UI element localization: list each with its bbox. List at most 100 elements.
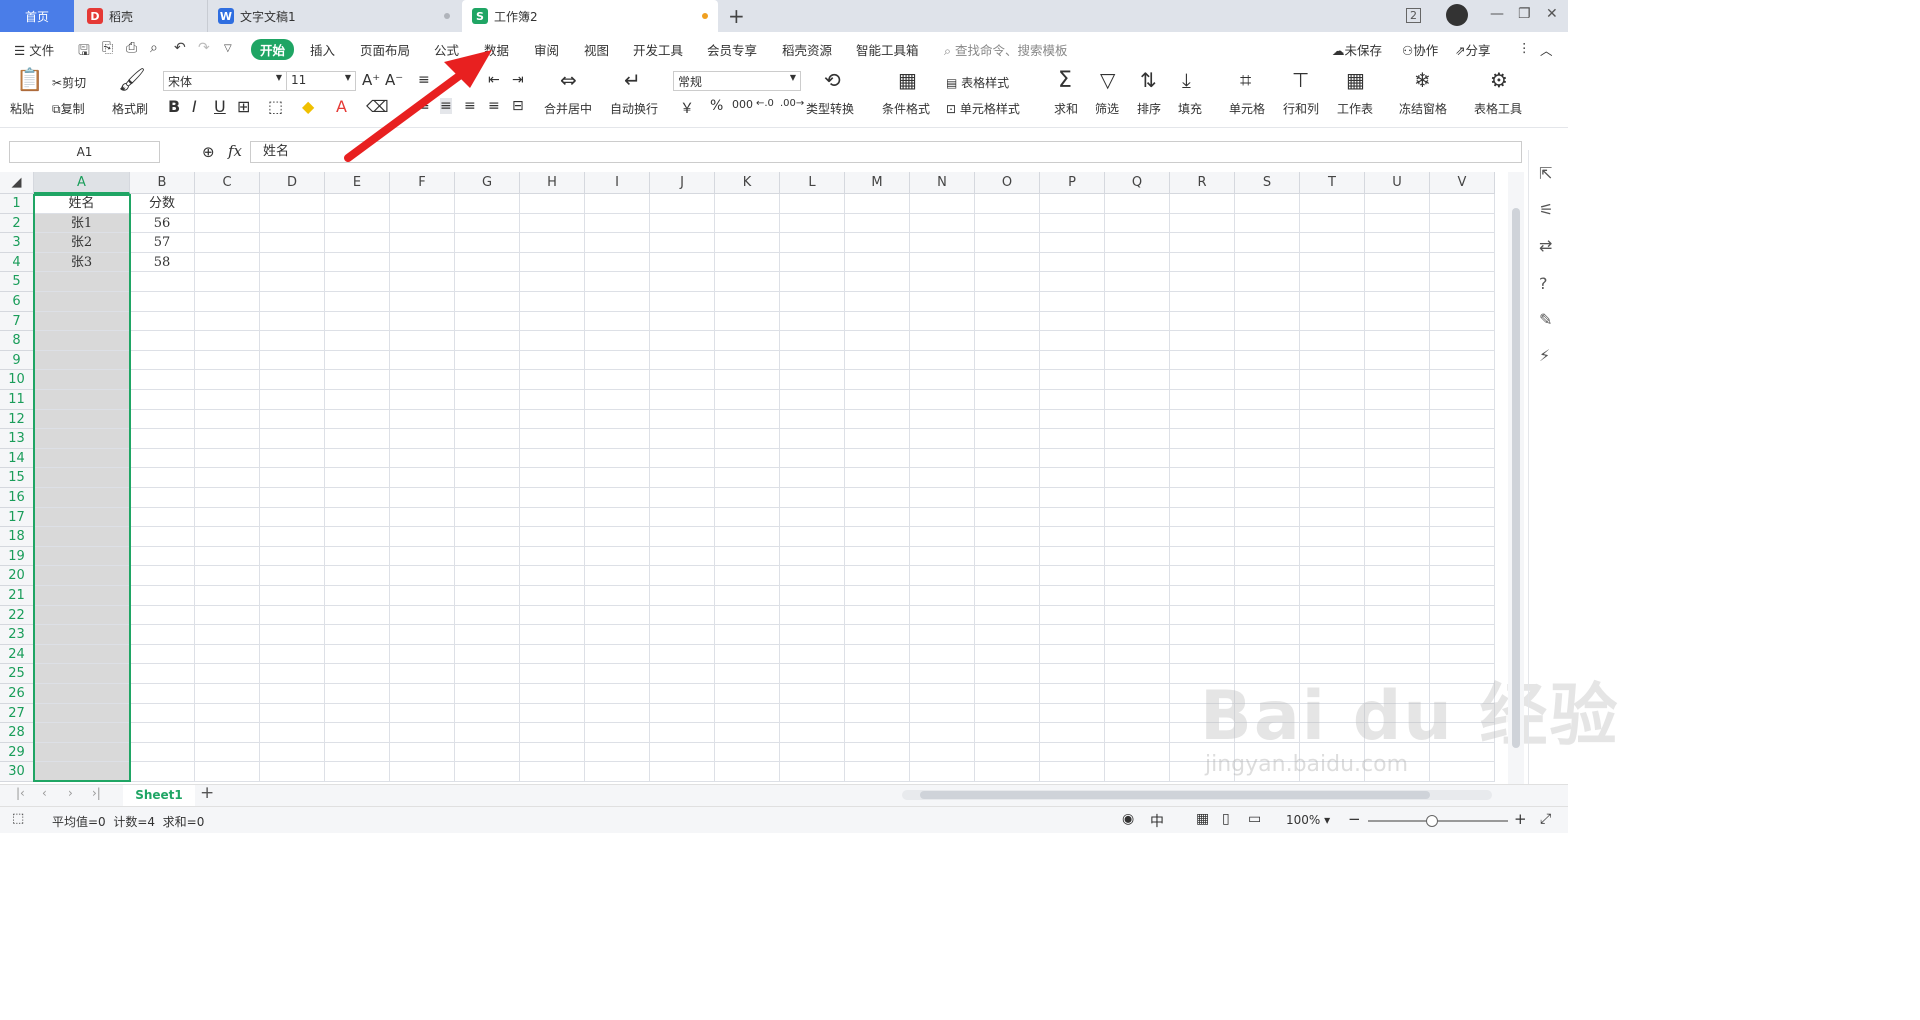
cell-S9[interactable] — [1235, 350, 1300, 371]
cell-O16[interactable] — [975, 488, 1040, 508]
cell-K7[interactable] — [715, 311, 780, 332]
cell-J3[interactable] — [650, 233, 715, 253]
cell-P14[interactable] — [1040, 448, 1105, 469]
menu-member[interactable]: 会员专享 — [707, 40, 757, 59]
cell-M4[interactable] — [845, 252, 910, 273]
cell-V4[interactable] — [1430, 252, 1495, 273]
cell-J26[interactable] — [650, 684, 715, 704]
cell-A8[interactable] — [34, 331, 130, 351]
merge-icon[interactable]: ⇔ — [560, 68, 577, 92]
indent-icon[interactable]: ⇥ — [512, 72, 524, 88]
cell-P29[interactable] — [1040, 742, 1105, 763]
cell-K4[interactable] — [715, 252, 780, 273]
cell-V6[interactable] — [1430, 292, 1495, 312]
cell-I17[interactable] — [585, 507, 650, 528]
cell-I24[interactable] — [585, 644, 650, 665]
cell-icon[interactable]: ⌗ — [1240, 68, 1251, 92]
cell-G20[interactable] — [455, 566, 520, 586]
cell-D25[interactable] — [260, 664, 325, 684]
cell-O18[interactable] — [975, 527, 1040, 547]
cell-S23[interactable] — [1235, 625, 1300, 645]
cell-E6[interactable] — [325, 292, 390, 312]
cell-M8[interactable] — [845, 331, 910, 351]
cell-E3[interactable] — [325, 233, 390, 253]
formula-input[interactable]: 姓名 — [250, 141, 1522, 163]
cell-O12[interactable] — [975, 409, 1040, 430]
cell-F10[interactable] — [390, 370, 455, 390]
cell-H29[interactable] — [520, 742, 585, 763]
worksheet-button[interactable]: 工作表 — [1337, 100, 1373, 117]
zoom-in-icon[interactable]: + — [1514, 810, 1527, 828]
cell-H18[interactable] — [520, 527, 585, 547]
cell-G22[interactable] — [455, 605, 520, 626]
cell-M28[interactable] — [845, 723, 910, 743]
cell-K2[interactable] — [715, 213, 780, 234]
cell-G28[interactable] — [455, 723, 520, 743]
cell-R5[interactable] — [1170, 272, 1235, 292]
cell-K9[interactable] — [715, 350, 780, 371]
cell-V13[interactable] — [1430, 429, 1495, 449]
cell-C14[interactable] — [195, 448, 260, 469]
sum-button[interactable]: 求和 — [1054, 100, 1078, 117]
cell-mode-icon[interactable]: ⬚ — [12, 811, 24, 826]
cell-L29[interactable] — [780, 742, 845, 763]
column-header-T[interactable]: T — [1300, 172, 1365, 194]
column-header-H[interactable]: H — [520, 172, 585, 194]
cell-K1[interactable] — [715, 194, 780, 214]
cell-B13[interactable] — [130, 429, 195, 449]
cell-J23[interactable] — [650, 625, 715, 645]
cell-J8[interactable] — [650, 331, 715, 351]
cell-S10[interactable] — [1235, 370, 1300, 390]
cell-C15[interactable] — [195, 468, 260, 488]
cell-F23[interactable] — [390, 625, 455, 645]
cell-B11[interactable] — [130, 390, 195, 410]
cell-N18[interactable] — [910, 527, 975, 547]
cell-I6[interactable] — [585, 292, 650, 312]
cell-J25[interactable] — [650, 664, 715, 684]
menu-smart-tools[interactable]: 智能工具箱 — [856, 40, 919, 59]
cell-G3[interactable] — [455, 233, 520, 253]
cell-J4[interactable] — [650, 252, 715, 273]
cell-M19[interactable] — [845, 546, 910, 567]
row-header-10[interactable]: 10 — [0, 370, 34, 390]
cell-O9[interactable] — [975, 350, 1040, 371]
filter-button[interactable]: 筛选 — [1095, 100, 1119, 117]
worksheet-icon[interactable]: ▦ — [1346, 68, 1365, 92]
menu-data[interactable]: 数据 — [484, 40, 509, 59]
cell-D12[interactable] — [260, 409, 325, 430]
cell-B7[interactable] — [130, 311, 195, 332]
distribute-icon[interactable]: ⊟ — [512, 98, 524, 114]
number-format-select[interactable]: 常规 ▼ — [673, 71, 801, 91]
cell-A21[interactable] — [34, 586, 130, 606]
cell-A23[interactable] — [34, 625, 130, 645]
cell-M9[interactable] — [845, 350, 910, 371]
cell-E21[interactable] — [325, 586, 390, 606]
cell-E13[interactable] — [325, 429, 390, 449]
cell-N24[interactable] — [910, 644, 975, 665]
cell-B28[interactable] — [130, 723, 195, 743]
cell-T10[interactable] — [1300, 370, 1365, 390]
row-header-4[interactable]: 4 — [0, 252, 34, 273]
cell-S8[interactable] — [1235, 331, 1300, 351]
cell-J12[interactable] — [650, 409, 715, 430]
more-icon[interactable]: ⋮ — [1518, 40, 1531, 55]
cell-H11[interactable] — [520, 390, 585, 410]
zoom-out-icon[interactable]: − — [1348, 810, 1361, 828]
row-header-7[interactable]: 7 — [0, 311, 34, 332]
cell-N29[interactable] — [910, 742, 975, 763]
cell-M18[interactable] — [845, 527, 910, 547]
cell-E26[interactable] — [325, 684, 390, 704]
cell-J19[interactable] — [650, 546, 715, 567]
cell-C19[interactable] — [195, 546, 260, 567]
row-header-16[interactable]: 16 — [0, 488, 34, 508]
cell-J5[interactable] — [650, 272, 715, 292]
name-box[interactable]: A1 — [9, 141, 160, 163]
cell-V9[interactable] — [1430, 350, 1495, 371]
cell-U20[interactable] — [1365, 566, 1430, 586]
last-sheet-icon[interactable]: ›| — [92, 786, 101, 800]
thousands-icon[interactable]: 000 — [732, 98, 753, 111]
cell-E9[interactable] — [325, 350, 390, 371]
cell-F15[interactable] — [390, 468, 455, 488]
cell-Q21[interactable] — [1105, 586, 1170, 606]
cell-K23[interactable] — [715, 625, 780, 645]
